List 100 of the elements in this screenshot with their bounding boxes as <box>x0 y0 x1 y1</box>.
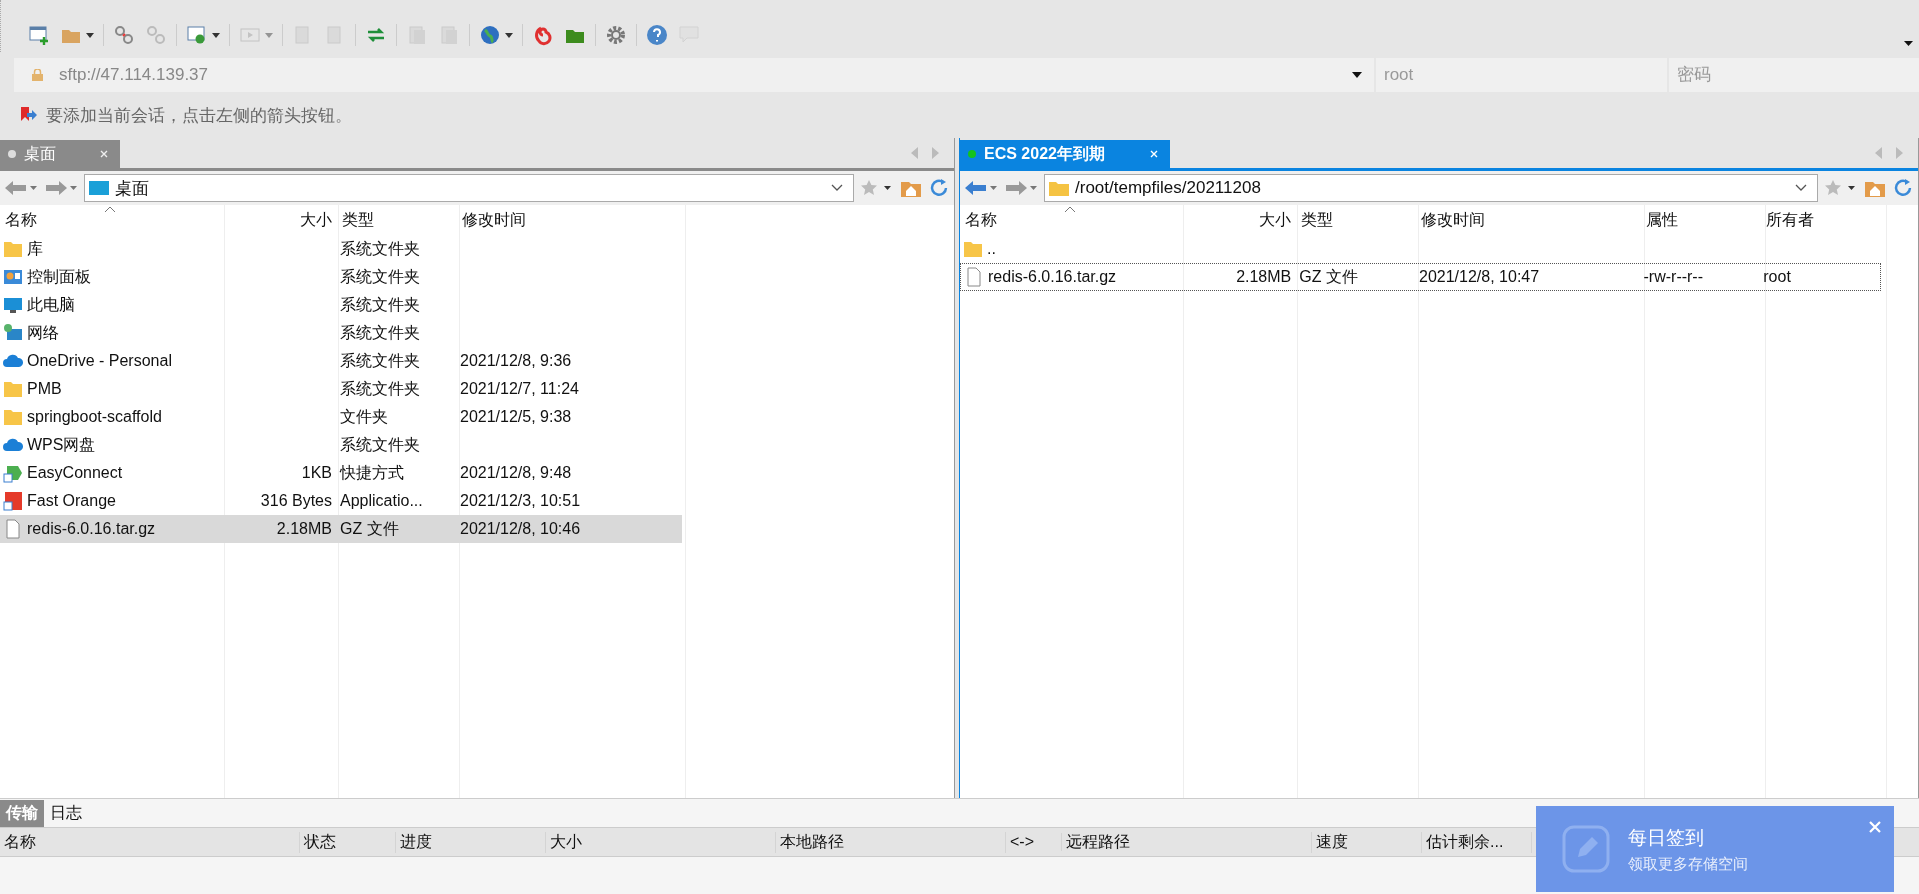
control-icon <box>3 267 23 287</box>
file-icon <box>3 519 23 539</box>
column-header[interactable]: 类型 <box>1296 210 1416 235</box>
globe-icon <box>479 24 501 46</box>
file-name: .. <box>987 240 996 258</box>
chevron-down-icon[interactable] <box>1795 184 1807 192</box>
column-header[interactable]: 修改时间 <box>457 210 682 235</box>
file-row[interactable]: OneDrive - Personal 系统文件夹 2021/12/8, 9:36 <box>0 347 682 375</box>
folder-icon <box>3 239 23 259</box>
refresh-icon[interactable] <box>928 178 950 198</box>
table-cell: 2021/12/8, 10:47 <box>1419 268 1540 286</box>
status-dot <box>968 150 976 158</box>
table-cell-text: 系统文件夹 <box>340 434 420 455</box>
folder-icon <box>963 239 983 259</box>
file-row[interactable]: redis-6.0.16.tar.gz 2.18MB GZ 文件 2021/12/8, 10:47 -rw-r--r-- root <box>960 263 1881 291</box>
caret-icon <box>505 32 513 38</box>
column-header[interactable]: 名称 <box>0 210 224 235</box>
popup-title: 每日签到 <box>1628 825 1705 850</box>
pc-icon <box>3 295 23 315</box>
column-header[interactable]: 类型 <box>337 210 457 235</box>
table-cell: 2021/12/3, 10:51 <box>460 492 581 510</box>
desktop-icon <box>89 180 109 196</box>
column-header[interactable]: 大小 <box>546 831 776 853</box>
forward-arrow-icon[interactable] <box>1004 179 1038 197</box>
spiral-icon <box>532 24 554 46</box>
table-cell: 316 Bytes <box>260 492 332 510</box>
table-cell: 1KB <box>301 464 332 482</box>
session-tab[interactable]: ECS 2022年到期 <box>960 140 1170 168</box>
broken-link-icon <box>113 24 135 46</box>
column-header[interactable]: 估计剩余... <box>1422 831 1532 853</box>
password-field[interactable]: 密码 <box>1669 58 1919 92</box>
file-row[interactable]: PMB 系统文件夹 2021/12/7, 11:24 <box>0 375 682 403</box>
column-header[interactable]: 大小 <box>1183 210 1296 235</box>
forward-arrow-icon[interactable] <box>44 179 78 197</box>
username-field[interactable]: root <box>1376 58 1667 92</box>
column-header[interactable]: 本地路径 <box>776 831 1006 853</box>
path-field[interactable]: /root/tempfiles/20211208 <box>1044 174 1818 202</box>
lock-icon <box>32 69 43 81</box>
table-cell-text: 系统文件夹 <box>340 322 420 343</box>
file-row[interactable]: 网络 系统文件夹 <box>0 319 682 347</box>
file-row[interactable]: 库 系统文件夹 <box>0 235 682 263</box>
folder-icon <box>1049 180 1069 196</box>
path-field[interactable]: 桌面 <box>84 174 854 202</box>
column-header[interactable]: 所有者 <box>1761 210 1881 235</box>
file-row[interactable]: springboot-scaffold 文件夹 2021/12/5, 9:38 <box>0 403 682 431</box>
help-icon <box>646 24 668 46</box>
table-cell-text: 快捷方式 <box>340 462 404 483</box>
file-row[interactable]: EasyConnect 1KB 快捷方式 2021/12/8, 9:48 <box>0 459 682 487</box>
app-icon <box>3 491 23 511</box>
table-cell-text: 系统文件夹 <box>340 350 420 371</box>
table-cell: -rw-r--r-- <box>1643 268 1704 286</box>
column-header[interactable]: 名称 <box>960 210 1183 235</box>
table-cell: 2021/12/8, 9:36 <box>460 352 572 370</box>
file-row[interactable]: WPS网盘 系统文件夹 <box>0 431 682 459</box>
caret-icon <box>212 32 220 38</box>
table-cell: 2021/12/8, 10:46 <box>460 520 581 538</box>
column-header[interactable]: 修改时间 <box>1416 210 1641 235</box>
table-cell: Applicatio... <box>340 492 423 510</box>
caret-icon <box>1904 41 1913 46</box>
status-dot <box>8 150 16 158</box>
chevron-down-icon[interactable] <box>831 184 843 192</box>
table-cell: root <box>1763 268 1791 286</box>
close-icon[interactable] <box>100 150 108 158</box>
table-cell: 2.18MB <box>276 520 332 538</box>
star-icon[interactable] <box>860 179 894 197</box>
file-row[interactable]: .. <box>960 235 1881 263</box>
file-name: EasyConnect <box>27 464 123 482</box>
file-row[interactable]: redis-6.0.16.tar.gz 2.18MB GZ 文件 2021/12/8, 10:46 <box>0 515 682 543</box>
documents-icon <box>406 24 428 46</box>
table-cell-text: 文件夹 <box>340 406 388 427</box>
dropdown-caret-icon[interactable] <box>1352 72 1362 78</box>
settings-icon <box>605 24 627 46</box>
column-header[interactable]: 状态 <box>300 831 396 853</box>
column-header[interactable]: 大小 <box>224 210 337 235</box>
caret-icon <box>265 32 273 38</box>
bookmark-arrow-icon[interactable] <box>20 107 38 123</box>
column-header[interactable]: 属性 <box>1641 210 1761 235</box>
refresh-icon[interactable] <box>1892 178 1914 198</box>
popup-subtitle: 领取更多存储空间 <box>1628 854 1748 874</box>
file-name: springboot-scaffold <box>27 408 162 426</box>
folder-icon <box>3 407 23 427</box>
column-header[interactable]: <-> <box>1006 833 1062 851</box>
file-name: Fast Orange <box>27 492 116 510</box>
column-header[interactable]: 速度 <box>1312 831 1422 853</box>
table-cell-text: 系统文件夹 <box>340 378 420 399</box>
table-cell: 2021/12/8, 9:48 <box>460 464 572 482</box>
back-arrow-icon[interactable] <box>4 179 38 197</box>
file-row[interactable]: Fast Orange 316 Bytes Applicatio... 2021/12/3, 10:51 <box>0 487 682 515</box>
column-header[interactable]: 名称 <box>0 831 300 853</box>
column-header[interactable]: 远程路径 <box>1062 831 1312 853</box>
file-row[interactable]: 此电脑 系统文件夹 <box>0 291 682 319</box>
file-name: PMB <box>27 380 62 398</box>
back-arrow-icon[interactable] <box>964 179 998 197</box>
column-header[interactable]: 进度 <box>396 831 546 853</box>
file-name: redis-6.0.16.tar.gz <box>27 520 156 538</box>
bottom-tab[interactable]: 日志 <box>44 799 88 827</box>
star-icon[interactable] <box>1824 179 1858 197</box>
table-cell: 2021/12/5, 9:38 <box>460 408 572 426</box>
file-name: WPS网盘 <box>27 434 96 455</box>
file-row[interactable]: 控制面板 系统文件夹 <box>0 263 682 291</box>
